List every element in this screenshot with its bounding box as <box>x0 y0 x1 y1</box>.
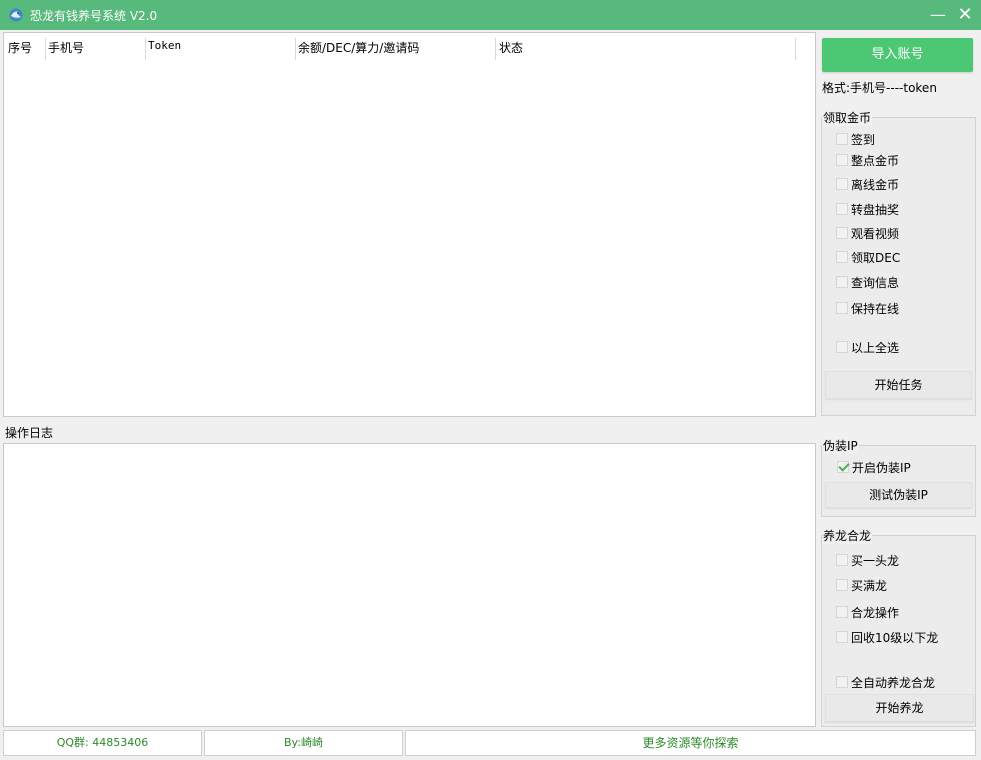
checkbox-buy-one-dragon[interactable]: 买一头龙 <box>836 551 899 569</box>
column-header-index[interactable]: 序号 <box>8 39 32 56</box>
import-accounts-button[interactable]: 导入账号 <box>822 38 973 72</box>
checkbox-enable-fake-ip[interactable]: 开启伪装IP <box>837 458 911 476</box>
column-header-phone[interactable]: 手机号 <box>48 39 84 56</box>
checkbox-offline-coins[interactable]: 离线金币 <box>836 175 899 193</box>
checkbox-buy-full-dragons[interactable]: 买满龙 <box>836 576 887 594</box>
log-label: 操作日志 <box>5 426 54 440</box>
checkbox-label: 整点金币 <box>851 153 900 168</box>
checkbox-box[interactable] <box>836 579 848 591</box>
column-header-status[interactable]: 状态 <box>499 39 523 56</box>
checkbox-label: 领取DEC <box>851 250 901 265</box>
checkbox-recycle-dragons[interactable]: 回收10级以下龙 <box>836 628 938 646</box>
start-task-button[interactable]: 开始任务 <box>825 371 972 399</box>
column-header-balance[interactable]: 余额/DEC/算力/邀请码 <box>298 39 419 56</box>
checkbox-label: 查询信息 <box>851 275 900 290</box>
checkbox-merge-dragons[interactable]: 合龙操作 <box>836 603 899 621</box>
checkbox-box[interactable] <box>836 276 848 288</box>
checkbox-hourly-coins[interactable]: 整点金币 <box>836 151 899 169</box>
app-logo-icon <box>9 8 23 22</box>
checkbox-box[interactable] <box>836 178 848 190</box>
checkbox-select-all[interactable]: 以上全选 <box>836 338 899 356</box>
close-button[interactable]: ✕ <box>955 5 975 25</box>
status-qq-group: QQ群: 44853406 <box>3 730 202 756</box>
checkbox-label: 买满龙 <box>851 578 888 593</box>
status-more-resources[interactable]: 更多资源等你探索 <box>405 730 976 756</box>
column-header-token[interactable]: Token <box>148 39 181 52</box>
checkbox-box[interactable] <box>836 554 848 566</box>
checkbox-watch-video[interactable]: 观看视频 <box>836 224 899 242</box>
checkbox-label: 开启伪装IP <box>852 460 911 475</box>
window-title: 恐龙有钱养号系统 V2.0 <box>30 9 158 23</box>
checkbox-checked-icon[interactable] <box>837 461 849 473</box>
checkbox-label: 离线金币 <box>851 177 900 192</box>
checkbox-label: 签到 <box>851 132 876 147</box>
checkbox-label: 以上全选 <box>851 340 900 355</box>
column-divider[interactable] <box>795 38 796 60</box>
checkbox-box[interactable] <box>836 341 848 353</box>
column-divider[interactable] <box>145 38 146 60</box>
checkbox-box[interactable] <box>836 302 848 314</box>
checkbox-stay-online[interactable]: 保持在线 <box>836 299 899 317</box>
title-bar: 恐龙有钱养号系统 V2.0 — ✕ <box>0 0 981 30</box>
column-divider[interactable] <box>295 38 296 60</box>
checkbox-box[interactable] <box>836 203 848 215</box>
checkbox-box[interactable] <box>836 227 848 239</box>
checkbox-claim-dec[interactable]: 领取DEC <box>836 248 900 266</box>
checkbox-box[interactable] <box>836 251 848 263</box>
dragon-group-title: 养龙合龙 <box>822 527 873 544</box>
accounts-table[interactable]: 序号 手机号 Token 余额/DEC/算力/邀请码 状态 <box>3 32 816 417</box>
checkbox-wheel-lottery[interactable]: 转盘抽奖 <box>836 200 899 218</box>
status-author: By:崎崎 <box>204 730 403 756</box>
test-fake-ip-button[interactable]: 测试伪装IP <box>825 482 972 508</box>
checkbox-box[interactable] <box>836 606 848 618</box>
checkbox-box[interactable] <box>836 133 848 145</box>
checkbox-auto-dragon[interactable]: 全自动养龙合龙 <box>836 673 935 691</box>
checkbox-box[interactable] <box>836 154 848 166</box>
column-divider[interactable] <box>495 38 496 60</box>
checkbox-label: 回收10级以下龙 <box>851 630 939 645</box>
checkbox-box[interactable] <box>836 631 848 643</box>
checkbox-label: 买一头龙 <box>851 553 900 568</box>
start-dragon-button[interactable]: 开始养龙 <box>825 694 974 722</box>
fake-ip-group-title: 伪装IP <box>822 437 859 454</box>
checkbox-label: 保持在线 <box>851 301 900 316</box>
checkbox-box[interactable] <box>836 676 848 688</box>
operation-log[interactable] <box>3 443 816 727</box>
checkbox-label: 转盘抽奖 <box>851 202 900 217</box>
column-divider[interactable] <box>45 38 46 60</box>
minimize-button[interactable]: — <box>928 5 948 25</box>
import-format-hint: 格式:手机号----token <box>822 81 937 95</box>
checkbox-label: 观看视频 <box>851 226 900 241</box>
checkbox-label: 合龙操作 <box>851 605 900 620</box>
coins-group-title: 领取金币 <box>822 109 873 126</box>
checkbox-sign-in[interactable]: 签到 <box>836 130 875 148</box>
checkbox-query-info[interactable]: 查询信息 <box>836 273 899 291</box>
checkbox-label: 全自动养龙合龙 <box>851 675 936 690</box>
